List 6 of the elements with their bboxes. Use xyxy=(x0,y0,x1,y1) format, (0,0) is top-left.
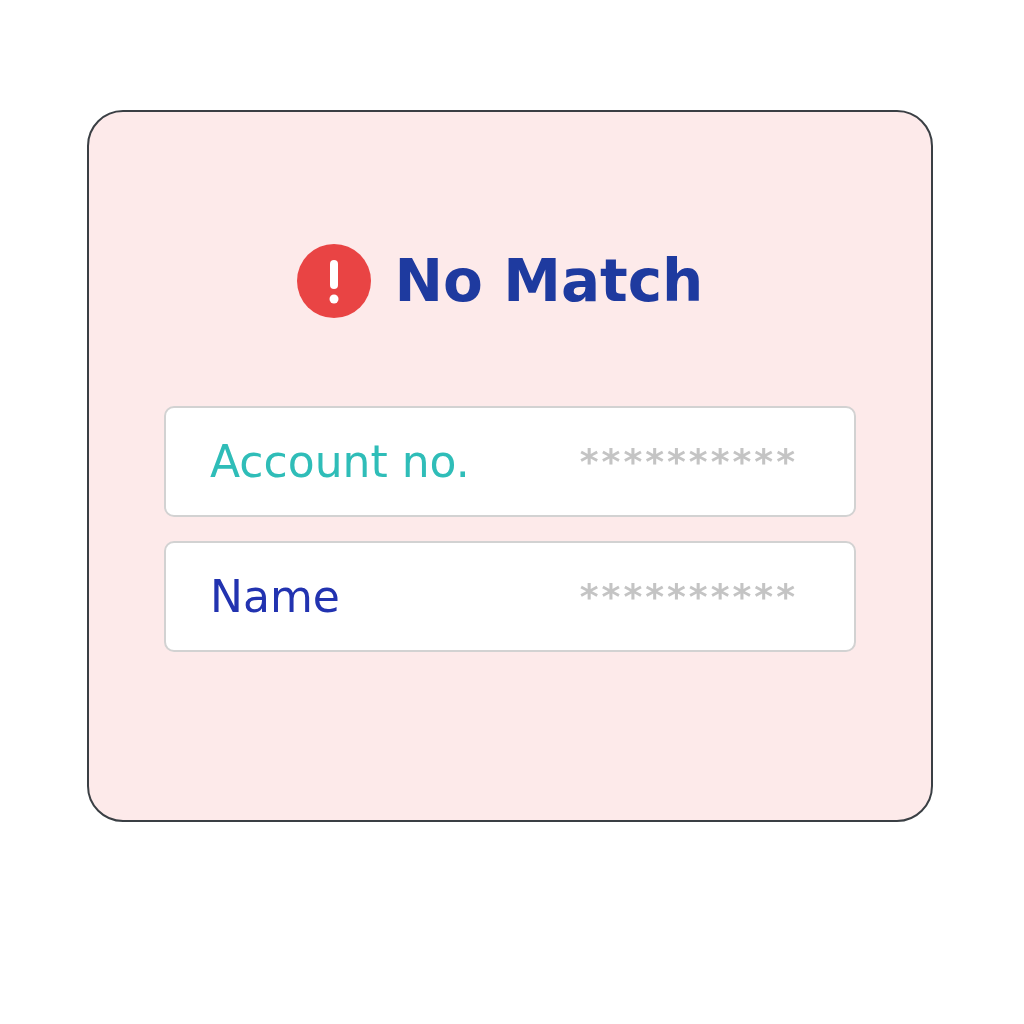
field-label: Account no. xyxy=(210,434,470,489)
masked-value: ********** xyxy=(579,439,798,484)
masked-value: ********** xyxy=(579,574,798,619)
status-title: No Match xyxy=(394,252,704,310)
field-label: Name xyxy=(210,569,340,624)
input-field[interactable]: Name ********** xyxy=(164,541,856,652)
